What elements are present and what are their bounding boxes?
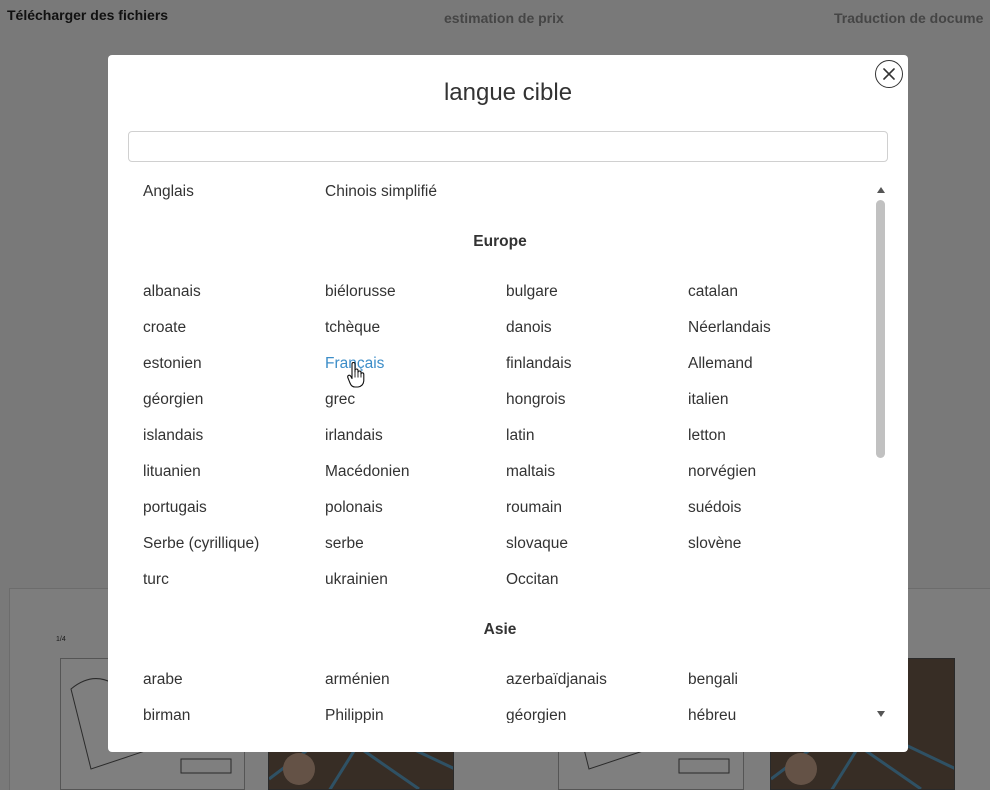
language-option[interactable]: Néerlandais bbox=[688, 319, 771, 337]
language-option[interactable]: Serbe (cyrillique) bbox=[143, 535, 259, 553]
scroll-down-arrow-icon[interactable] bbox=[875, 709, 887, 719]
language-option[interactable]: ukrainien bbox=[325, 571, 388, 589]
language-option[interactable]: letton bbox=[688, 427, 726, 445]
language-option[interactable]: hébreu bbox=[688, 707, 736, 723]
language-option[interactable]: Philippin bbox=[325, 707, 384, 723]
language-option[interactable]: maltais bbox=[506, 463, 555, 481]
language-option[interactable]: danois bbox=[506, 319, 552, 337]
language-option[interactable]: géorgien bbox=[506, 707, 566, 723]
language-row: turc ukrainien Occitan bbox=[128, 571, 868, 593]
language-option[interactable]: biélorusse bbox=[325, 283, 396, 301]
language-option[interactable]: birman bbox=[143, 707, 190, 723]
language-option[interactable]: Allemand bbox=[688, 355, 753, 373]
language-option[interactable]: arabe bbox=[143, 671, 183, 689]
language-option[interactable]: islandais bbox=[143, 427, 203, 445]
language-option[interactable]: estonien bbox=[143, 355, 202, 373]
language-option[interactable]: roumain bbox=[506, 499, 562, 517]
language-option[interactable]: turc bbox=[143, 571, 169, 589]
language-row: Serbe (cyrillique) serbe slovaque slovèn… bbox=[128, 535, 868, 557]
language-row: géorgien grec hongrois italien bbox=[128, 391, 868, 413]
language-list: Anglais Chinois simplifié Europe albanai… bbox=[128, 183, 868, 723]
language-option[interactable]: albanais bbox=[143, 283, 201, 301]
scrollbar[interactable] bbox=[873, 185, 889, 721]
scroll-up-arrow-icon[interactable] bbox=[875, 185, 887, 195]
language-option[interactable]: catalan bbox=[688, 283, 738, 301]
language-row: birman Philippin géorgien hébreu bbox=[128, 707, 868, 723]
language-option[interactable]: Anglais bbox=[143, 183, 194, 201]
language-option[interactable]: grec bbox=[325, 391, 355, 409]
language-option[interactable]: croate bbox=[143, 319, 186, 337]
popular-languages-row: Anglais Chinois simplifié bbox=[128, 183, 868, 205]
language-option[interactable]: polonais bbox=[325, 499, 383, 517]
language-option[interactable]: azerbaïdjanais bbox=[506, 671, 607, 689]
language-option[interactable]: latin bbox=[506, 427, 534, 445]
language-row: portugais polonais roumain suédois bbox=[128, 499, 868, 521]
language-row: islandais irlandais latin letton bbox=[128, 427, 868, 449]
language-option[interactable]: finlandais bbox=[506, 355, 572, 373]
section-title-europe: Europe bbox=[473, 233, 527, 250]
language-row: estonien Français finlandais Allemand bbox=[128, 355, 868, 377]
section-title-asia: Asie bbox=[483, 621, 517, 638]
language-row: arabe arménien azerbaïdjanais bengali bbox=[128, 671, 868, 693]
language-row: croate tchèque danois Néerlandais bbox=[128, 319, 868, 341]
language-option[interactable]: géorgien bbox=[143, 391, 203, 409]
language-row: lituanien Macédonien maltais norvégien bbox=[128, 463, 868, 485]
language-option[interactable]: arménien bbox=[325, 671, 390, 689]
dialog-title: langue cible bbox=[443, 79, 573, 106]
target-language-dialog: langue cible Anglais Chinois simplifié E… bbox=[108, 55, 908, 752]
language-option[interactable]: lituanien bbox=[143, 463, 201, 481]
hand-pointer-cursor-icon bbox=[347, 362, 365, 388]
language-option[interactable]: bulgare bbox=[506, 283, 558, 301]
language-option[interactable]: norvégien bbox=[688, 463, 756, 481]
language-option[interactable]: bengali bbox=[688, 671, 738, 689]
language-option[interactable]: Chinois simplifié bbox=[325, 183, 437, 201]
language-option[interactable]: slovaque bbox=[506, 535, 568, 553]
scroll-thumb[interactable] bbox=[876, 200, 885, 458]
language-option[interactable]: italien bbox=[688, 391, 729, 409]
language-option[interactable]: slovène bbox=[688, 535, 741, 553]
language-option[interactable]: Occitan bbox=[506, 571, 559, 589]
language-option[interactable]: suédois bbox=[688, 499, 741, 517]
language-option[interactable]: hongrois bbox=[506, 391, 565, 409]
language-option[interactable]: serbe bbox=[325, 535, 364, 553]
language-row: albanais biélorusse bulgare catalan bbox=[128, 283, 868, 305]
language-search-input[interactable] bbox=[128, 131, 888, 162]
language-option[interactable]: Macédonien bbox=[325, 463, 409, 481]
language-option[interactable]: irlandais bbox=[325, 427, 383, 445]
language-option[interactable]: tchèque bbox=[325, 319, 380, 337]
language-option[interactable]: portugais bbox=[143, 499, 207, 517]
